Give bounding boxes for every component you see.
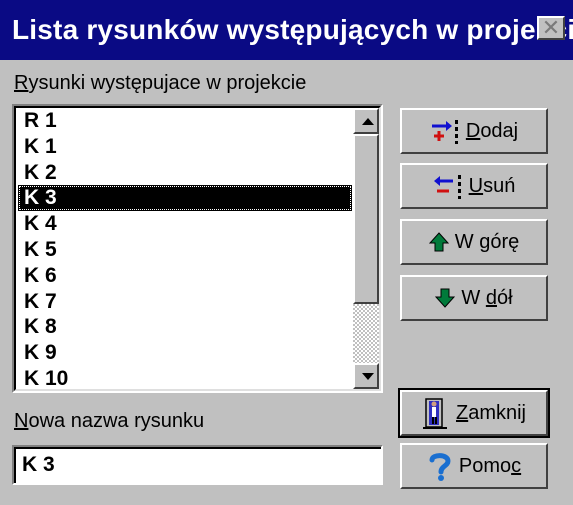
question-mark-icon xyxy=(427,451,453,481)
move-down-button-label: W dół xyxy=(461,286,513,309)
list-item[interactable]: K 5 xyxy=(18,237,352,263)
move-up-button-label: W górę xyxy=(454,230,520,253)
new-name-value: K 3 xyxy=(22,453,55,476)
list-item[interactable]: K 4 xyxy=(18,211,352,237)
move-up-button[interactable]: W górę xyxy=(400,219,548,265)
close-button-label: Zamknij xyxy=(455,401,526,424)
add-drawing-icon xyxy=(430,118,460,144)
list-item[interactable]: K 7 xyxy=(18,289,352,315)
drawings-listbox[interactable]: R 1K 1K 2K 3K 4K 5K 6K 7K 8K 9K 10 xyxy=(12,104,383,393)
move-down-button[interactable]: W dół xyxy=(400,275,548,321)
help-button-label: Pomoc xyxy=(458,454,522,477)
remove-drawing-icon xyxy=(433,173,463,199)
exit-door-icon xyxy=(422,396,450,430)
remove-button-label: Usuń xyxy=(468,174,516,197)
title-bar: Lista rysunków występujących w projekcie… xyxy=(0,0,573,60)
close-window-button[interactable]: ✕ xyxy=(537,16,565,40)
drawings-list-items: R 1K 1K 2K 3K 4K 5K 6K 7K 8K 9K 10 xyxy=(18,108,352,392)
drawings-list-label: Rysunki występujace w projekcie xyxy=(14,72,307,94)
dialog-window: Lista rysunków występujących w projekcie… xyxy=(0,0,573,505)
close-button[interactable]: Zamknij xyxy=(398,388,550,438)
close-icon: ✕ xyxy=(541,15,561,40)
new-name-input[interactable]: K 3 xyxy=(12,445,383,485)
arrow-down-small-icon xyxy=(362,373,374,380)
list-scrollbar[interactable] xyxy=(353,108,379,389)
list-item[interactable]: R 1 xyxy=(18,108,352,134)
list-item[interactable]: K 1 xyxy=(18,134,352,160)
arrow-down-icon xyxy=(435,288,456,308)
add-button[interactable]: Dodaj xyxy=(400,108,548,154)
scroll-track[interactable] xyxy=(353,134,379,363)
arrow-up-icon xyxy=(428,232,449,252)
scroll-down-button[interactable] xyxy=(353,363,379,389)
list-item[interactable]: K 3 xyxy=(18,185,352,212)
remove-button[interactable]: Usuń xyxy=(400,163,548,209)
scroll-thumb[interactable] xyxy=(353,134,379,304)
scroll-up-button[interactable] xyxy=(353,108,379,134)
new-name-label: Nowa nazwa rysunku xyxy=(14,410,205,432)
list-item[interactable]: K 6 xyxy=(18,263,352,289)
add-button-label: Dodaj xyxy=(465,119,519,142)
list-item[interactable]: K 8 xyxy=(18,314,352,340)
help-button[interactable]: Pomoc xyxy=(400,443,548,489)
window-title: Lista rysunków występujących w projekcie xyxy=(12,14,573,45)
list-item[interactable]: K 9 xyxy=(18,340,352,366)
list-item[interactable]: K 10 xyxy=(18,366,352,392)
list-item[interactable]: K 2 xyxy=(18,160,352,186)
arrow-up-small-icon xyxy=(362,118,374,125)
